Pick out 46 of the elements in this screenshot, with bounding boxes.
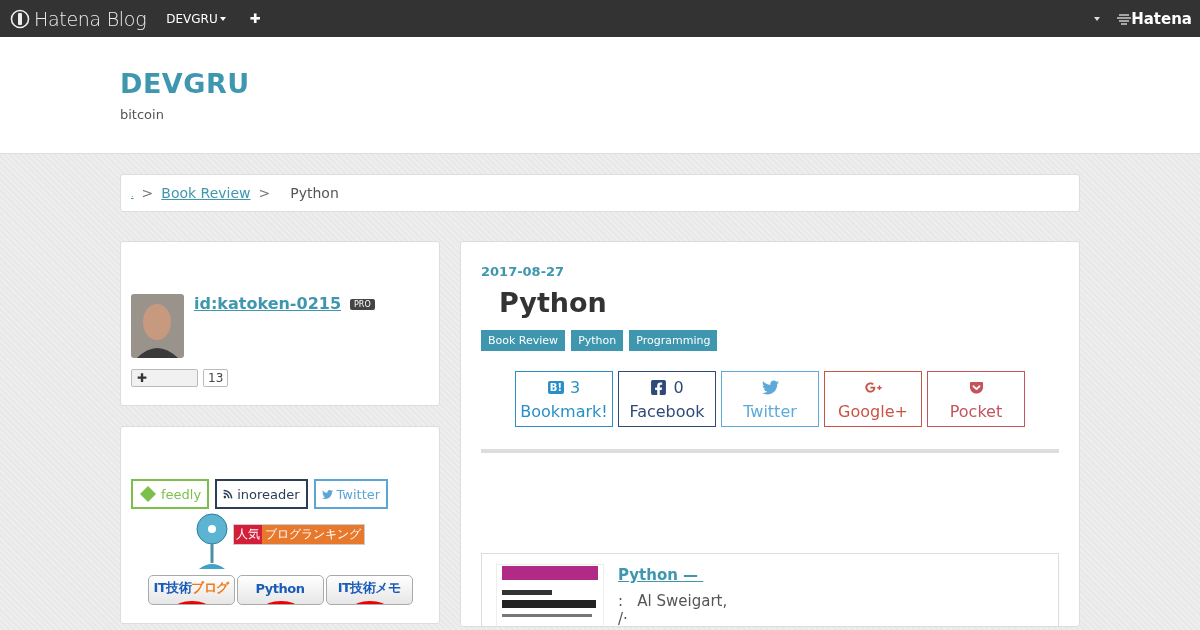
feedly-icon — [139, 485, 157, 503]
breadcrumb-separator: > — [141, 185, 154, 201]
follow-button[interactable]: ✚ — [131, 369, 198, 387]
article-date[interactable]: 2017-08-27 — [481, 264, 1059, 279]
breadcrumb-separator: > — [258, 185, 271, 201]
pro-badge: PRO — [350, 299, 375, 310]
breadcrumb-link[interactable]: Book Review — [161, 185, 251, 201]
logo-text[interactable]: Hatena Blog — [34, 7, 147, 30]
twitter-icon — [761, 379, 779, 396]
book-detail: : Al Sweigart, — [618, 592, 728, 610]
facebook-icon — [650, 379, 668, 396]
bookmark-logo-icon: B! — [547, 381, 564, 394]
blog-title[interactable]: DEVGRU — [120, 68, 1200, 99]
breadcrumb-current: Python — [290, 185, 339, 201]
rss-icon — [223, 489, 234, 499]
book-detail: /· — [618, 610, 629, 626]
ranking-banner[interactable]: 人気 ブログランキング — [233, 524, 365, 545]
share-button[interactable]: Pocket — [927, 371, 1025, 427]
googleplus-icon — [864, 379, 882, 396]
twitter-icon — [321, 488, 333, 500]
fan-icon — [195, 513, 229, 569]
username-link[interactable]: id:katoken-0215 — [194, 294, 342, 313]
subscribe-button[interactable]: Twitter — [313, 479, 389, 509]
subscribe-button[interactable]: feedly — [131, 479, 210, 509]
blog-description: bitcoin — [120, 107, 165, 122]
logo-icon — [10, 8, 30, 29]
avatar — [131, 294, 184, 358]
share-button[interactable]: Twitter — [721, 371, 819, 427]
article-title: Python — [499, 287, 608, 318]
category-tag[interactable]: Book Review — [481, 330, 566, 351]
share-button[interactable]: 0 Facebook — [618, 371, 716, 427]
category-tag[interactable]: Programming — [629, 330, 718, 351]
category-tag[interactable]: Python — [571, 330, 624, 351]
breadcrumb-link[interactable]: . — [131, 190, 134, 199]
share-button[interactable]: Google+ — [824, 371, 922, 427]
brand-link[interactable]: Hatena — [1131, 9, 1192, 28]
blog-menu[interactable]: DEVGRU — [166, 11, 226, 26]
pocket-icon — [968, 380, 984, 395]
caret-icon[interactable] — [1094, 16, 1101, 21]
book-title-link[interactable]: Python — — [618, 566, 728, 584]
brand-icon — [1117, 12, 1132, 25]
share-button[interactable]: B! 3 Bookmark! — [515, 371, 613, 427]
add-button[interactable]: ✚ — [249, 11, 261, 26]
subscribe-button[interactable]: inoreader — [215, 479, 308, 509]
caret-icon[interactable] — [219, 16, 226, 21]
follower-count: 13 — [203, 369, 229, 387]
